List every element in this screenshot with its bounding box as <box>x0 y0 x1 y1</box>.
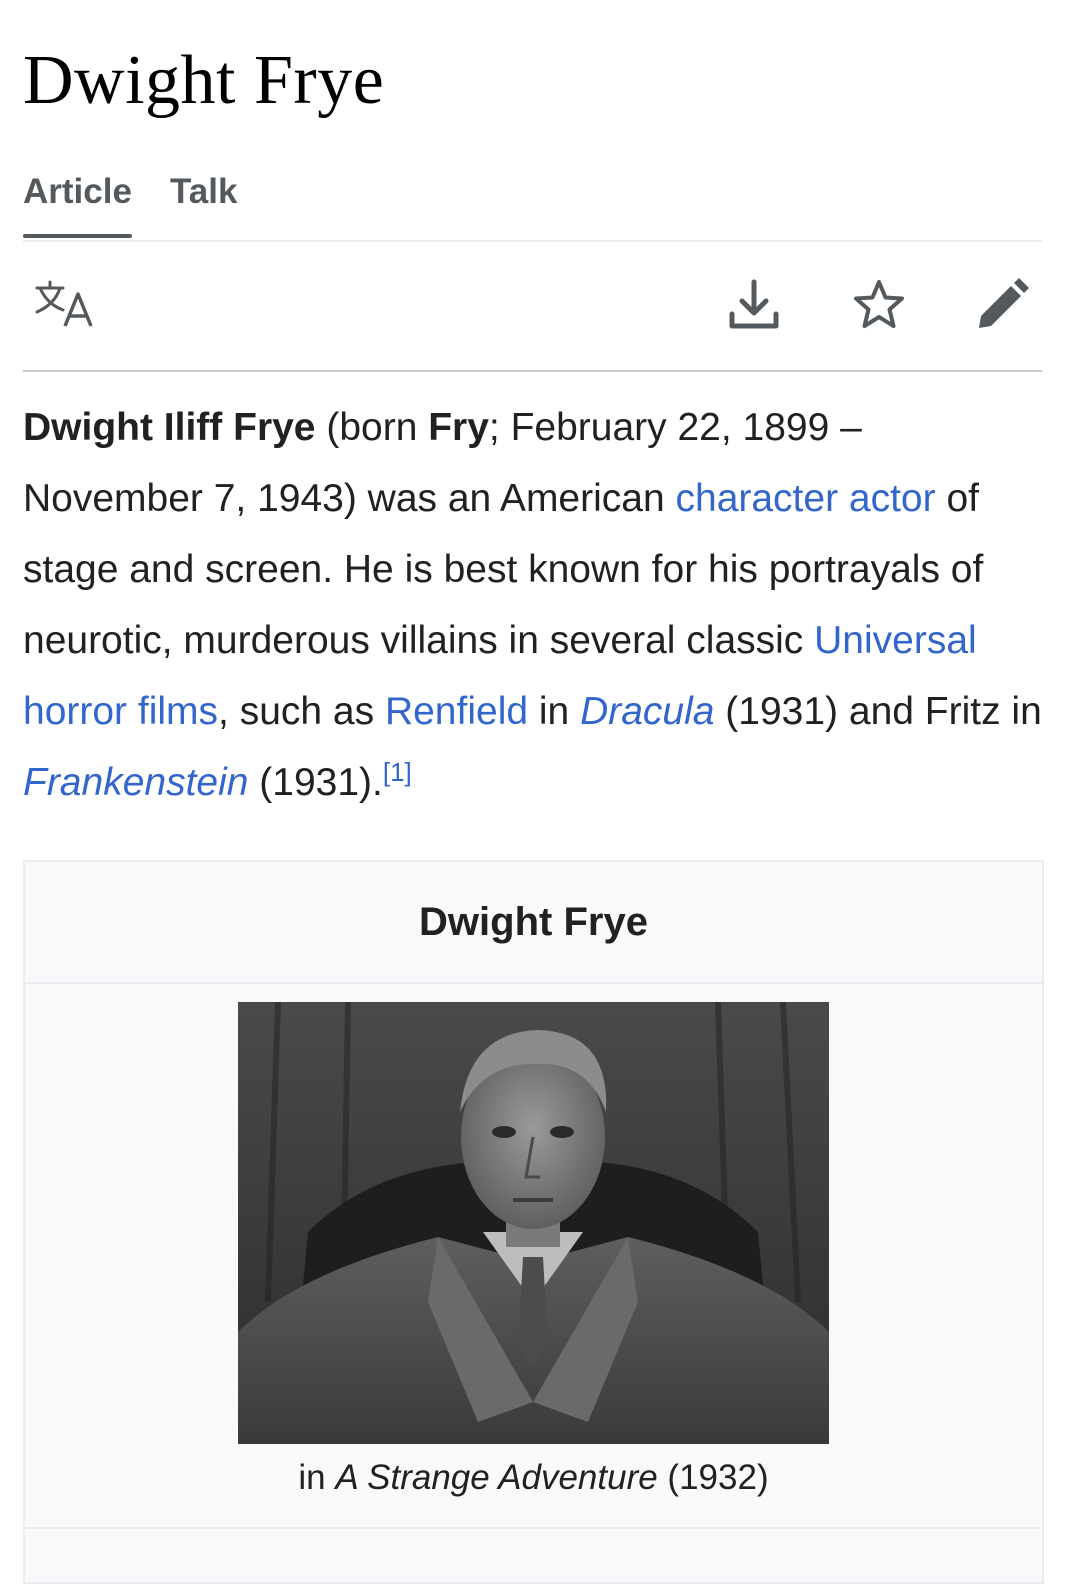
caption-text: in <box>298 1458 336 1497</box>
link-dracula[interactable]: Dracula <box>580 690 714 733</box>
edit-pencil-icon[interactable] <box>975 278 1031 332</box>
page-title: Dwight Frye <box>23 42 385 119</box>
page-actions-toolbar <box>23 240 1042 372</box>
page-tabs: Article Talk <box>23 160 1042 242</box>
portrait-photo[interactable] <box>238 1002 829 1444</box>
infobox-title: Dwight Frye <box>25 862 1042 984</box>
photo-caption: in A Strange Adventure (1932) <box>25 1457 1042 1499</box>
link-character-actor[interactable]: character actor <box>676 477 936 520</box>
link-frankenstein[interactable]: Frankenstein <box>23 761 248 804</box>
star-icon[interactable] <box>851 278 907 332</box>
infobox: Dwight Frye in A Strange Adventure (1932… <box>23 860 1044 1584</box>
lead-text: , such as <box>218 690 385 733</box>
language-icon[interactable] <box>33 280 95 330</box>
caption-film-title: A Strange Adventure <box>335 1458 658 1497</box>
reference-link[interactable]: [1] <box>383 757 412 787</box>
tab-talk[interactable]: Talk <box>170 170 237 214</box>
download-icon[interactable] <box>726 278 782 332</box>
caption-year: (1932) <box>657 1458 769 1497</box>
birth-name: Fry <box>428 406 489 449</box>
lead-paragraph: Dwight Iliff Frye (born Fry; February 22… <box>23 392 1042 818</box>
link-renfield[interactable]: Renfield <box>385 690 528 733</box>
subject-name: Dwight Iliff Frye <box>23 406 316 449</box>
portrait-image <box>238 1002 829 1444</box>
tab-article[interactable]: Article <box>23 170 132 238</box>
lead-text: in <box>528 690 581 733</box>
lead-text: (1931). <box>248 761 383 804</box>
infobox-divider <box>25 1527 1042 1529</box>
lead-text: (born <box>315 406 429 449</box>
lead-text: (1931) and Fritz in <box>714 690 1042 733</box>
